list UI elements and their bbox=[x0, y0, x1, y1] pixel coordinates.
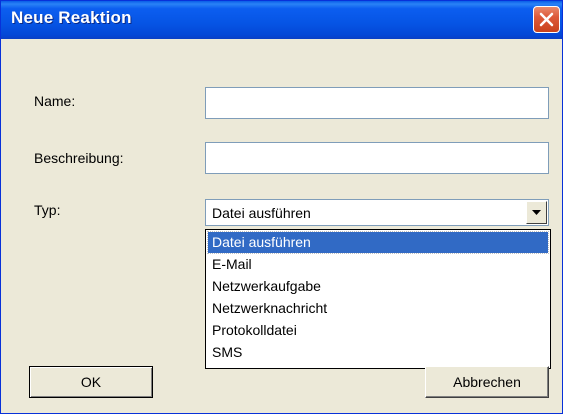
dialog-window: Neue Reaktion Name: Beschreibung: Typ: D… bbox=[0, 0, 563, 414]
title-bar[interactable]: Neue Reaktion bbox=[1, 1, 562, 39]
dropdown-option[interactable]: Protokolldatei bbox=[208, 320, 548, 341]
dropdown-option[interactable]: Datei ausführen bbox=[207, 231, 549, 254]
close-icon bbox=[539, 12, 554, 27]
description-label: Beschreibung: bbox=[34, 150, 124, 166]
type-dropdown-list[interactable]: Datei ausführen E-Mail Netzwerkaufgabe N… bbox=[205, 229, 551, 369]
name-input[interactable] bbox=[205, 87, 549, 119]
cancel-button[interactable]: Abbrechen bbox=[425, 366, 549, 398]
dropdown-option[interactable]: Netzwerknachricht bbox=[208, 298, 548, 319]
close-button[interactable] bbox=[533, 6, 560, 33]
dropdown-option[interactable]: Netzwerkaufgabe bbox=[208, 276, 548, 297]
type-select[interactable]: Datei ausführen bbox=[205, 199, 549, 226]
type-label: Typ: bbox=[34, 202, 61, 218]
chevron-down-icon bbox=[532, 210, 541, 215]
type-selected-value: Datei ausführen bbox=[212, 205, 311, 221]
name-label: Name: bbox=[34, 93, 76, 109]
description-input[interactable] bbox=[205, 142, 549, 174]
dropdown-option[interactable]: SMS bbox=[208, 342, 548, 363]
window-title: Neue Reaktion bbox=[11, 8, 132, 27]
ok-button[interactable]: OK bbox=[29, 366, 153, 398]
dropdown-arrow-button[interactable] bbox=[526, 201, 547, 224]
dropdown-option[interactable]: E-Mail bbox=[208, 254, 548, 275]
